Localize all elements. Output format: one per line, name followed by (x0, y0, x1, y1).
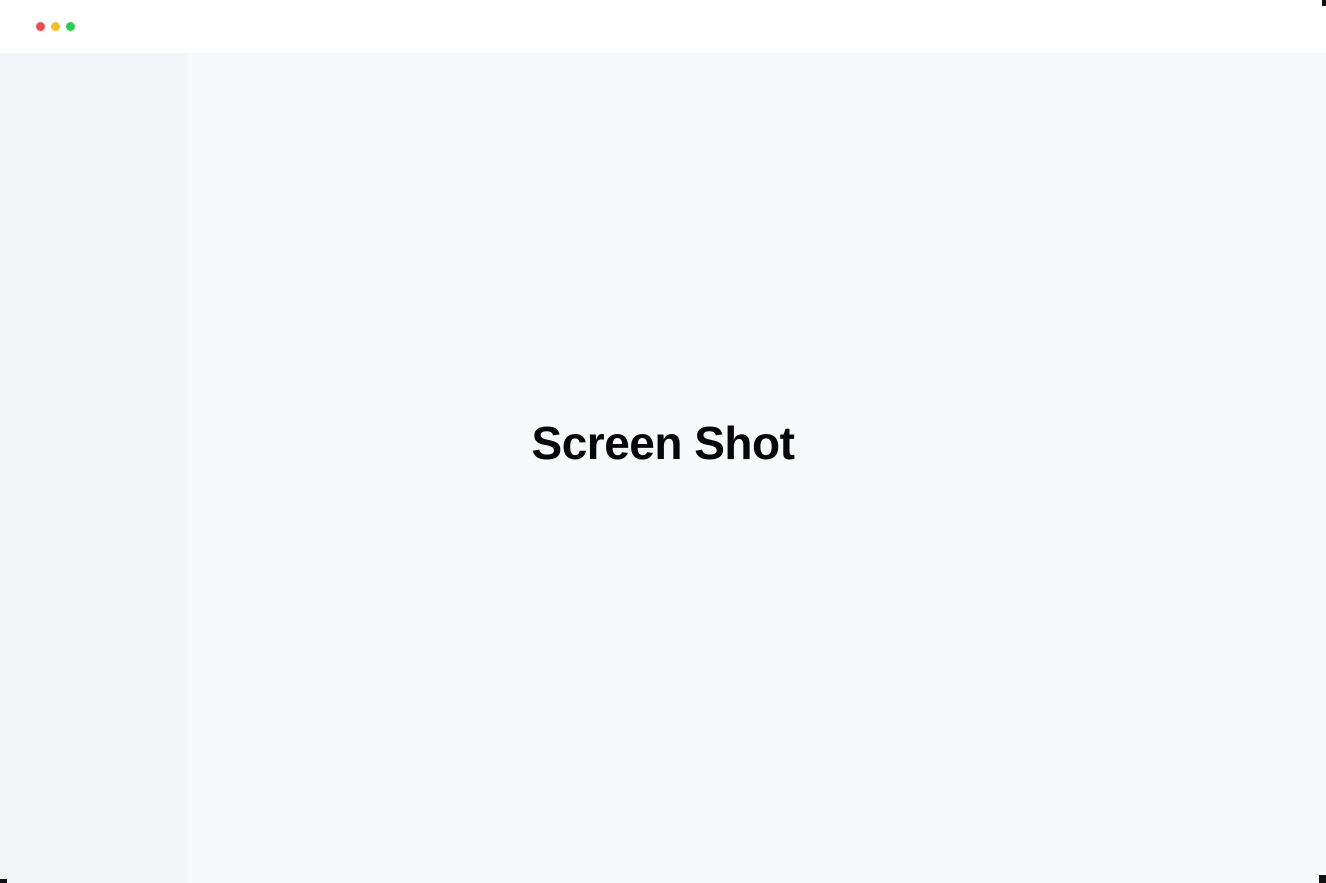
corner-mark-bottom-left (0, 879, 7, 883)
close-window-button[interactable] (36, 22, 45, 31)
placeholder-title: Screen Shot (531, 417, 795, 469)
maximize-window-button[interactable] (66, 22, 75, 31)
corner-mark-bottom-right (1319, 875, 1326, 883)
minimize-window-button[interactable] (51, 22, 60, 31)
app-window: Screen Shot (0, 0, 1326, 883)
corner-mark-top-right (1322, 0, 1326, 6)
window-controls (36, 22, 75, 31)
title-bar (0, 0, 1326, 53)
